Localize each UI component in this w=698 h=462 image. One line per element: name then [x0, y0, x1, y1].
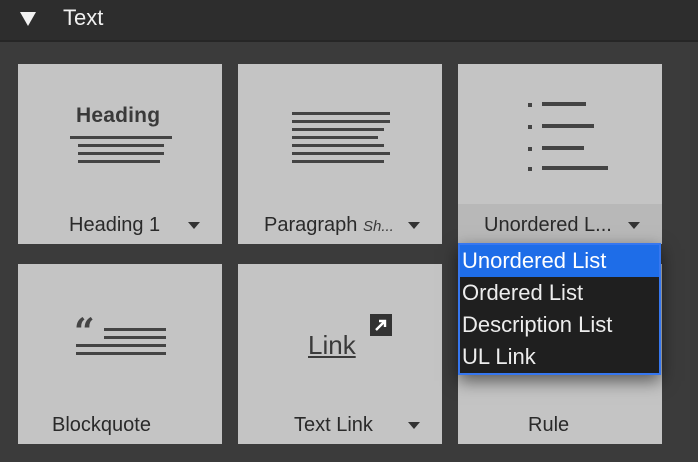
tile-label: Paragraph Sh...: [264, 212, 394, 240]
paragraph-icon: [292, 112, 392, 164]
section-title: Text: [63, 5, 104, 30]
chevron-down-icon[interactable]: [188, 222, 200, 229]
tile-label: Rule: [528, 414, 570, 436]
tile-paragraph[interactable]: Paragraph Sh...: [238, 64, 442, 244]
paragraph-label-hint: Sh...: [362, 218, 394, 235]
chevron-down-icon[interactable]: [408, 222, 420, 229]
tile-unordered-list[interactable]: Unordered L...: [458, 64, 662, 244]
text-link-icon: Link: [308, 312, 392, 368]
dropdown-option-description-list[interactable]: Description List: [460, 309, 659, 341]
collapse-triangle-icon[interactable]: [20, 12, 36, 26]
paragraph-label: Paragraph: [264, 214, 358, 236]
tile-label: Blockquote: [52, 414, 151, 436]
dropdown-option-ordered-list[interactable]: Ordered List: [460, 277, 659, 309]
unordered-list-icon: [528, 100, 612, 172]
link-icon-text: Link: [308, 330, 356, 360]
tile-blockquote[interactable]: “ Blockquote: [18, 264, 222, 444]
heading-icon-text: Heading: [76, 104, 161, 127]
heading-icon: Heading: [70, 104, 176, 168]
tile-text-link[interactable]: Link Text Link: [238, 264, 442, 444]
external-link-icon: [370, 314, 392, 336]
list-type-dropdown[interactable]: Unordered List Ordered List Description …: [458, 243, 661, 375]
tile-label: Heading 1: [69, 214, 161, 236]
blockquote-icon: “: [74, 314, 170, 360]
tile-label: Unordered L...: [484, 214, 612, 236]
dropdown-option-ul-link[interactable]: UL Link: [460, 341, 659, 373]
dropdown-option-unordered-list[interactable]: Unordered List: [460, 245, 659, 277]
chevron-down-icon[interactable]: [408, 422, 420, 429]
tile-heading[interactable]: Heading Heading 1: [18, 64, 222, 244]
chevron-down-icon[interactable]: [628, 222, 640, 229]
section-header[interactable]: Text: [0, 0, 698, 42]
tile-label: Text Link: [294, 414, 373, 436]
